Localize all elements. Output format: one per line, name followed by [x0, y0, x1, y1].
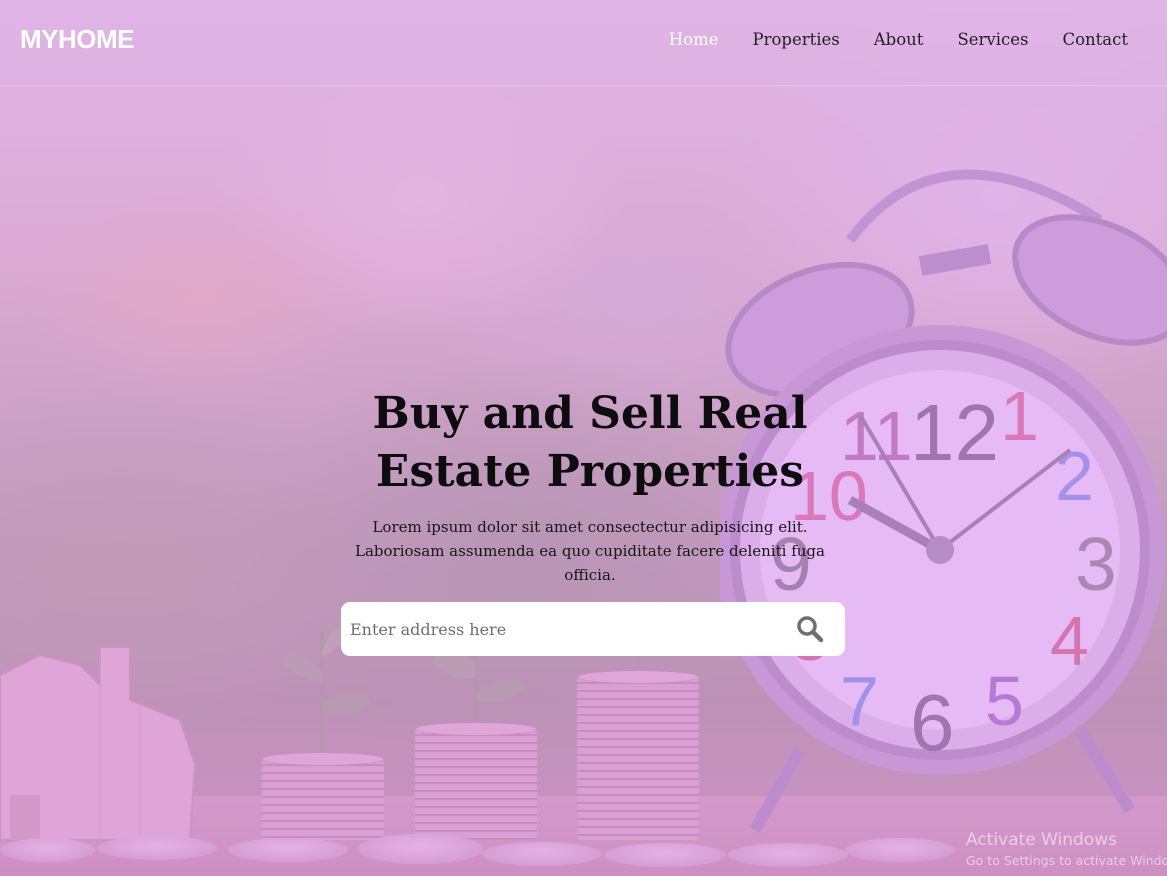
hero-title: Buy and Sell Real Estate Properties	[340, 385, 840, 501]
watermark-subtitle: Go to Settings to activate Windows.	[966, 853, 1167, 868]
watermark-title: Activate Windows	[966, 830, 1117, 850]
brand-logo[interactable]: MYHOME	[20, 24, 135, 55]
nav-link-about[interactable]: About	[857, 30, 941, 49]
search-button[interactable]	[775, 602, 845, 656]
nav-link-services[interactable]: Services	[940, 30, 1045, 49]
nav-link-contact[interactable]: Contact	[1045, 30, 1145, 49]
hero-title-line-1: Buy and Sell Real	[372, 388, 808, 439]
windows-activation-watermark: Activate Windows Go to Settings to activ…	[966, 830, 1167, 868]
search-icon	[797, 616, 824, 643]
nav-link-properties[interactable]: Properties	[735, 30, 856, 49]
hero-description: Lorem ipsum dolor sit amet consectectur …	[355, 518, 825, 584]
nav-menu: Home Properties About Services Contact	[652, 30, 1145, 49]
address-search-form	[341, 602, 845, 656]
hero-title-line-2: Estate Properties	[375, 446, 805, 497]
navbar: MYHOME Home Properties About Services Co…	[0, 0, 1167, 86]
address-search-input[interactable]	[341, 602, 775, 656]
nav-link-home[interactable]: Home	[652, 30, 736, 49]
